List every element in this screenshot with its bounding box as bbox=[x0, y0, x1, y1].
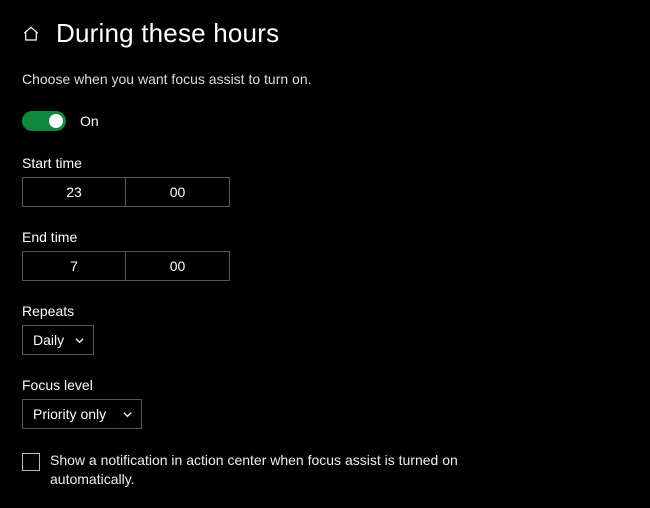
start-time-picker: 23 00 bbox=[22, 177, 628, 207]
notify-checkbox-label: Show a notification in action center whe… bbox=[50, 451, 490, 489]
end-time-section: End time 7 00 bbox=[22, 229, 628, 281]
end-time-label: End time bbox=[22, 229, 628, 245]
end-minute-field[interactable]: 00 bbox=[126, 251, 230, 281]
start-minute-field[interactable]: 00 bbox=[126, 177, 230, 207]
page-title: During these hours bbox=[56, 18, 279, 49]
end-hour-field[interactable]: 7 bbox=[22, 251, 126, 281]
repeats-value: Daily bbox=[33, 332, 64, 348]
start-time-section: Start time 23 00 bbox=[22, 155, 628, 207]
notify-checkbox-row: Show a notification in action center whe… bbox=[22, 451, 628, 489]
focus-level-value: Priority only bbox=[33, 406, 106, 422]
notify-checkbox[interactable] bbox=[22, 453, 40, 471]
repeats-dropdown[interactable]: Daily bbox=[22, 325, 94, 355]
page-subtitle: Choose when you want focus assist to tur… bbox=[22, 71, 628, 87]
toggle-state-label: On bbox=[80, 113, 99, 129]
focus-level-label: Focus level bbox=[22, 377, 628, 393]
chevron-down-icon bbox=[74, 335, 85, 346]
repeats-section: Repeats Daily bbox=[22, 303, 628, 355]
focus-level-dropdown[interactable]: Priority only bbox=[22, 399, 142, 429]
focus-assist-toggle[interactable] bbox=[22, 111, 66, 131]
focus-level-section: Focus level Priority only bbox=[22, 377, 628, 429]
end-time-picker: 7 00 bbox=[22, 251, 628, 281]
repeats-label: Repeats bbox=[22, 303, 628, 319]
home-icon[interactable] bbox=[22, 25, 40, 43]
focus-assist-toggle-row: On bbox=[22, 111, 628, 131]
start-hour-field[interactable]: 23 bbox=[22, 177, 126, 207]
start-time-label: Start time bbox=[22, 155, 628, 171]
page-header: During these hours bbox=[22, 18, 628, 49]
chevron-down-icon bbox=[122, 409, 133, 420]
toggle-knob bbox=[49, 114, 63, 128]
